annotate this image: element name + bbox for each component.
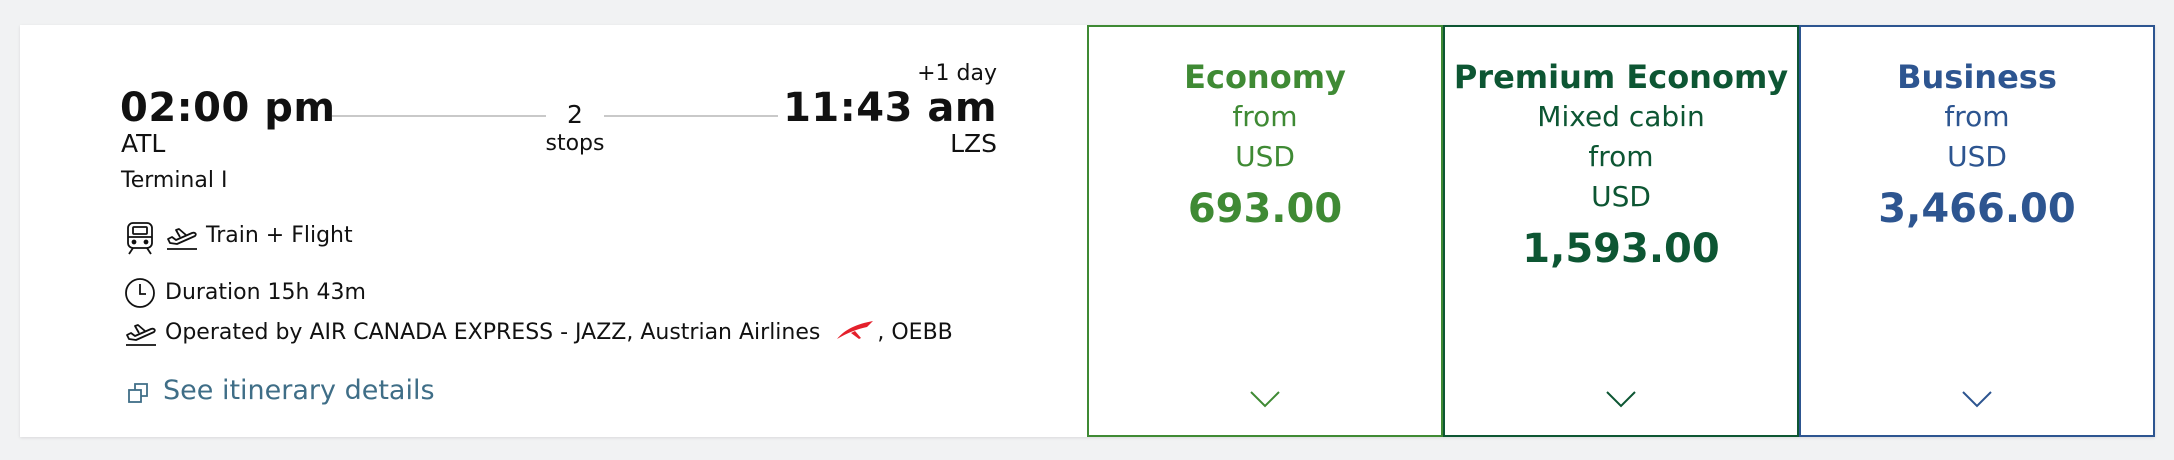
fare-from-label: from — [1944, 100, 2010, 133]
departure-time: 02:00 pm — [120, 85, 336, 131]
departure-terminal: Terminal I — [121, 168, 228, 193]
fare-currency: USD — [1235, 140, 1295, 173]
plane-departure-icon — [124, 321, 158, 347]
train-icon — [125, 221, 155, 255]
fare-business[interactable]: Business from USD 3,466.00 — [1799, 25, 2155, 437]
clock-icon — [124, 277, 156, 309]
fare-from-label: from — [1232, 100, 1298, 133]
austrian-airlines-logo — [835, 319, 875, 347]
flight-result-card: 02:00 pm ATL Terminal I 2 stops +1 day 1… — [20, 25, 2155, 437]
fare-mixed-cabin-label: Mixed cabin — [1537, 100, 1705, 133]
chevron-down-icon[interactable] — [1604, 389, 1638, 413]
fare-cabin-name: Business — [1897, 58, 2057, 96]
open-details-icon[interactable] — [127, 382, 149, 404]
arrival-time: 11:43 am — [783, 85, 997, 131]
flight-duration: Duration 15h 43m — [165, 280, 366, 305]
operated-by-carriers: Operated by AIR CANADA EXPRESS - JAZZ, A… — [165, 320, 821, 345]
chevron-down-icon[interactable] — [1960, 389, 1994, 413]
fare-cabin-name: Premium Economy — [1453, 58, 1789, 96]
stops-label: stops — [545, 131, 605, 156]
fare-price: 1,593.00 — [1522, 226, 1720, 272]
transport-mode: Train + Flight — [206, 223, 353, 248]
fare-cabin-name: Economy — [1184, 58, 1346, 96]
day-offset: +1 day — [917, 61, 997, 86]
operated-by: Operated by AIR CANADA EXPRESS - JAZZ, A… — [165, 319, 953, 347]
operated-by-rail: , OEBB — [877, 320, 953, 345]
fare-economy[interactable]: Economy from USD 693.00 — [1087, 25, 1443, 437]
fare-from-label: from — [1588, 140, 1654, 173]
stops-count: 2 — [546, 100, 604, 129]
see-itinerary-details-link[interactable]: See itinerary details — [163, 375, 435, 406]
fare-premium-economy[interactable]: Premium Economy Mixed cabin from USD 1,5… — [1443, 25, 1799, 437]
route-line-left — [332, 115, 552, 117]
arrival-airport: LZS — [950, 129, 997, 158]
chevron-down-icon[interactable] — [1248, 389, 1282, 413]
fare-price: 693.00 — [1187, 186, 1343, 232]
fare-price: 3,466.00 — [1878, 186, 2076, 232]
departure-airport: ATL — [121, 129, 166, 158]
fare-currency: USD — [1947, 140, 2007, 173]
fare-currency: USD — [1591, 180, 1651, 213]
plane-departure-icon — [165, 225, 199, 251]
